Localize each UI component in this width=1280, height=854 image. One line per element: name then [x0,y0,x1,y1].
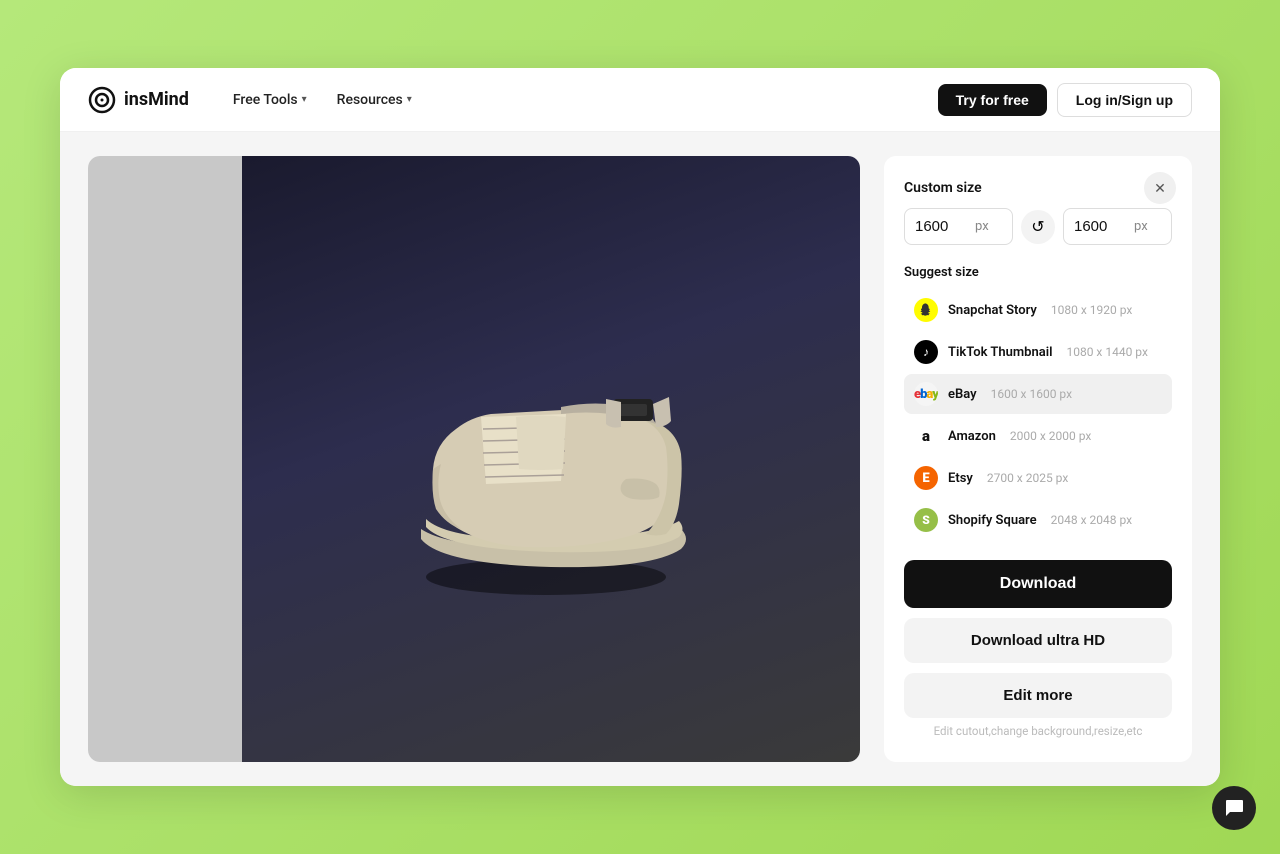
suggest-size-list: Snapchat Story 1080 x 1920 px ♪ TikTok T… [904,290,1172,540]
height-input[interactable] [1064,209,1134,244]
snapchat-label: Snapchat Story [948,303,1037,318]
header-actions: Try for free Log in/Sign up [938,83,1192,117]
product-shoe-image [361,309,741,609]
suggest-item-shopify[interactable]: S Shopify Square 2048 x 2048 px [904,500,1172,540]
main-content: ✕ Custom size px ↺ px Suggest size [60,132,1220,786]
logo-icon [88,86,116,114]
close-button[interactable]: ✕ [1144,172,1176,204]
download-hd-button[interactable]: Download ultra HD [904,618,1172,663]
shopify-icon: S [914,508,938,532]
nav-free-tools[interactable]: Free Tools ▾ [221,86,319,114]
shopify-label: Shopify Square [948,513,1037,528]
login-button[interactable]: Log in/Sign up [1057,83,1192,117]
chevron-down-icon: ▾ [302,94,307,105]
swap-dimensions-button[interactable]: ↺ [1021,210,1055,244]
width-input-wrap: px [904,208,1013,245]
tiktok-label: TikTok Thumbnail [948,345,1052,360]
suggest-item-tiktok[interactable]: ♪ TikTok Thumbnail 1080 x 1440 px [904,332,1172,372]
logo-text: insMind [124,89,189,110]
download-button[interactable]: Download [904,560,1172,608]
header: insMind Free Tools ▾ Resources ▾ Try for… [60,68,1220,132]
height-input-wrap: px [1063,208,1172,245]
image-bg-left [88,156,242,762]
image-panel [88,156,860,762]
custom-size-title: Custom size [904,180,1172,196]
nav: Free Tools ▾ Resources ▾ [221,86,938,114]
size-inputs: px ↺ px [904,208,1172,245]
suggest-item-snapchat[interactable]: Snapchat Story 1080 x 1920 px [904,290,1172,330]
amazon-size: 2000 x 2000 px [1010,429,1091,443]
amazon-label: Amazon [948,429,996,444]
width-unit: px [975,210,999,243]
etsy-size: 2700 x 2025 px [987,471,1068,485]
ebay-size: 1600 x 1600 px [991,387,1072,401]
right-panel: ✕ Custom size px ↺ px Suggest size [884,156,1192,762]
suggest-size-title: Suggest size [904,265,1172,280]
amazon-icon: a [914,424,938,448]
ebay-icon: ebay [914,382,938,406]
width-input[interactable] [905,209,975,244]
suggest-item-amazon[interactable]: a Amazon 2000 x 2000 px [904,416,1172,456]
snapchat-icon [914,298,938,322]
edit-hint: Edit cutout,change background,resize,etc [904,724,1172,738]
chevron-down-icon: ▾ [407,94,412,105]
chat-icon [1223,797,1245,819]
nav-resources[interactable]: Resources ▾ [325,86,424,114]
suggest-item-etsy[interactable]: E Etsy 2700 x 2025 px [904,458,1172,498]
etsy-label: Etsy [948,471,973,486]
height-unit: px [1134,210,1158,243]
edit-more-button[interactable]: Edit more [904,673,1172,718]
suggest-item-ebay[interactable]: ebay eBay 1600 x 1600 px [904,374,1172,414]
chat-bubble-button[interactable] [1212,786,1256,830]
ebay-label: eBay [948,387,977,402]
shopify-size: 2048 x 2048 px [1051,513,1132,527]
etsy-icon: E [914,466,938,490]
image-bg-main [242,156,860,762]
logo[interactable]: insMind [88,86,189,114]
try-for-free-button[interactable]: Try for free [938,84,1047,116]
tiktok-icon: ♪ [914,340,938,364]
app-window: insMind Free Tools ▾ Resources ▾ Try for… [60,68,1220,786]
tiktok-size: 1080 x 1440 px [1066,345,1147,359]
product-image-container [88,156,860,762]
snapchat-size: 1080 x 1920 px [1051,303,1132,317]
